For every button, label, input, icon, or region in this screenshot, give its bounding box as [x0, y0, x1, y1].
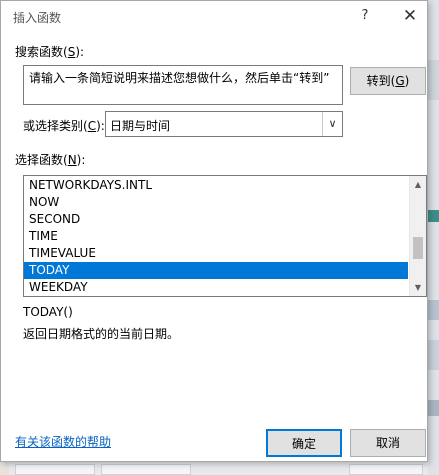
category-label-key: C [87, 119, 97, 133]
dialog-title: 插入函数 [13, 11, 62, 25]
search-label: 搜索函数(S): [15, 43, 84, 60]
background-block [428, 60, 439, 100]
function-list-item[interactable]: TIME [24, 228, 408, 245]
ok-button[interactable]: 确定 [266, 429, 342, 457]
background-block [428, 400, 439, 416]
close-icon[interactable]: ✕ [398, 5, 422, 27]
insert-function-dialog: 插入函数 ? ✕ 搜索函数(S): 请输入一条简短说明来描述您想做什么，然后单击… [0, 0, 428, 462]
search-label-prefix: 搜索函数( [15, 45, 68, 59]
background-block [428, 340, 439, 370]
category-selected-value: 日期与时间 [110, 119, 171, 133]
category-label-suffix: ): [96, 119, 105, 133]
functions-label-prefix: 选择函数( [15, 153, 68, 167]
background-app-bottom [9, 462, 428, 475]
goto-label-prefix: 转到( [366, 74, 396, 88]
function-list-item[interactable]: SECOND [24, 211, 408, 228]
function-list[interactable]: NETWORKDAYS.INTL NOW SECOND TIME TIMEVALUE TO… [23, 175, 427, 297]
functions-label-key: N [67, 153, 77, 167]
cancel-button[interactable]: 取消 [350, 429, 426, 457]
goto-button[interactable]: 转到(G) [350, 67, 426, 95]
background-tab [349, 464, 423, 475]
function-help-link[interactable]: 有关该函数的帮助 [15, 433, 111, 450]
scroll-up-icon[interactable]: ▲ [410, 176, 426, 193]
category-label: 或选择类别(C): [23, 117, 105, 134]
goto-label-suffix: ) [404, 74, 410, 88]
function-list-item[interactable]: WEEKDAY [24, 279, 408, 296]
background-tab [101, 464, 191, 475]
functions-label-suffix: ): [76, 153, 86, 167]
function-description: 返回日期格式的的当前日期。 [23, 327, 180, 341]
background-block [428, 300, 439, 320]
functions-label: 选择函数(N): [15, 151, 85, 168]
background-block [428, 210, 439, 222]
chevron-down-icon[interactable]: ∨ [322, 112, 342, 136]
goto-label-key: G [395, 74, 405, 88]
function-signature: TODAY() [23, 305, 73, 319]
search-input[interactable]: 请输入一条简短说明来描述您想做什么，然后单击“转到” [23, 65, 343, 105]
function-list-item[interactable]: TIMEVALUE [24, 245, 408, 262]
function-list-item[interactable]: TODAY [24, 262, 408, 279]
search-label-suffix: ): [75, 45, 85, 59]
function-list-item[interactable]: NOW [24, 194, 408, 211]
function-list-items: NETWORKDAYS.INTL NOW SECOND TIME TIMEVALUE TO… [24, 177, 408, 296]
scroll-thumb[interactable] [413, 237, 423, 259]
scroll-down-icon[interactable]: ▼ [410, 279, 426, 296]
function-list-item[interactable]: NETWORKDAYS.INTL [24, 177, 408, 194]
dialog-titlebar[interactable]: 插入函数 ? ✕ [1, 1, 427, 31]
help-icon[interactable]: ? [353, 5, 377, 27]
background-app-right [428, 0, 439, 475]
category-label-prefix: 或选择类别( [23, 119, 88, 133]
background-tab [15, 464, 95, 475]
function-list-scrollbar[interactable]: ▲ ▼ [409, 176, 426, 296]
category-select[interactable]: 日期与时间 ∨ [105, 111, 343, 137]
